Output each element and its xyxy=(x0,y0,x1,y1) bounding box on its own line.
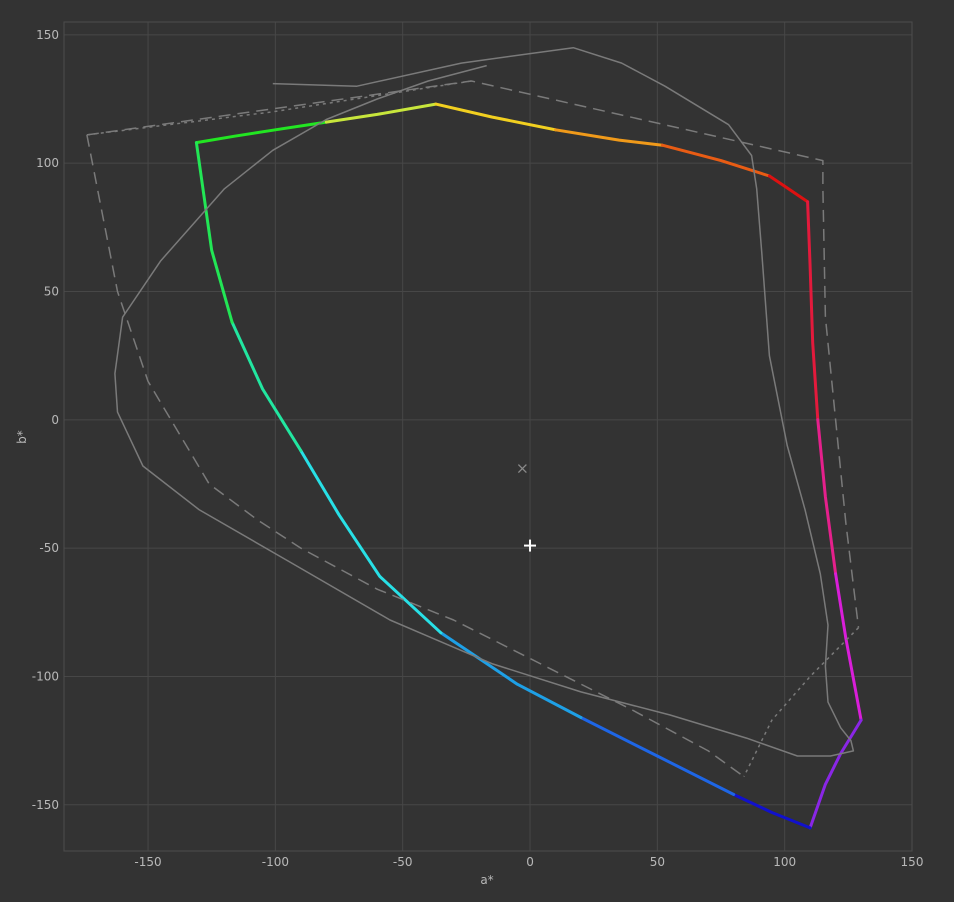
x-axis-label: a* xyxy=(480,873,493,887)
x-tick-label: -150 xyxy=(134,855,161,869)
gamut-chart: -150 -100 -50 0 50 100 150 150 100 50 0 -50 -100 -15… xyxy=(0,0,954,902)
y-axis-label: b* xyxy=(15,430,29,444)
x-tick-label: 0 xyxy=(526,855,534,869)
y-tick-label: -150 xyxy=(32,798,59,812)
x-tick-label: -50 xyxy=(393,855,413,869)
x-tick-label: 50 xyxy=(650,855,665,869)
y-tick-label: -50 xyxy=(39,541,59,555)
y-tick-label: 50 xyxy=(44,284,59,298)
x-tick-label: -100 xyxy=(262,855,289,869)
y-tick-label: 100 xyxy=(36,156,59,170)
x-tick-label: 150 xyxy=(901,855,924,869)
y-tick-label: 0 xyxy=(51,413,59,427)
y-tick-label: 150 xyxy=(36,28,59,42)
chart-background xyxy=(0,0,954,902)
y-tick-label: -100 xyxy=(32,669,59,683)
x-tick-label: 100 xyxy=(773,855,796,869)
